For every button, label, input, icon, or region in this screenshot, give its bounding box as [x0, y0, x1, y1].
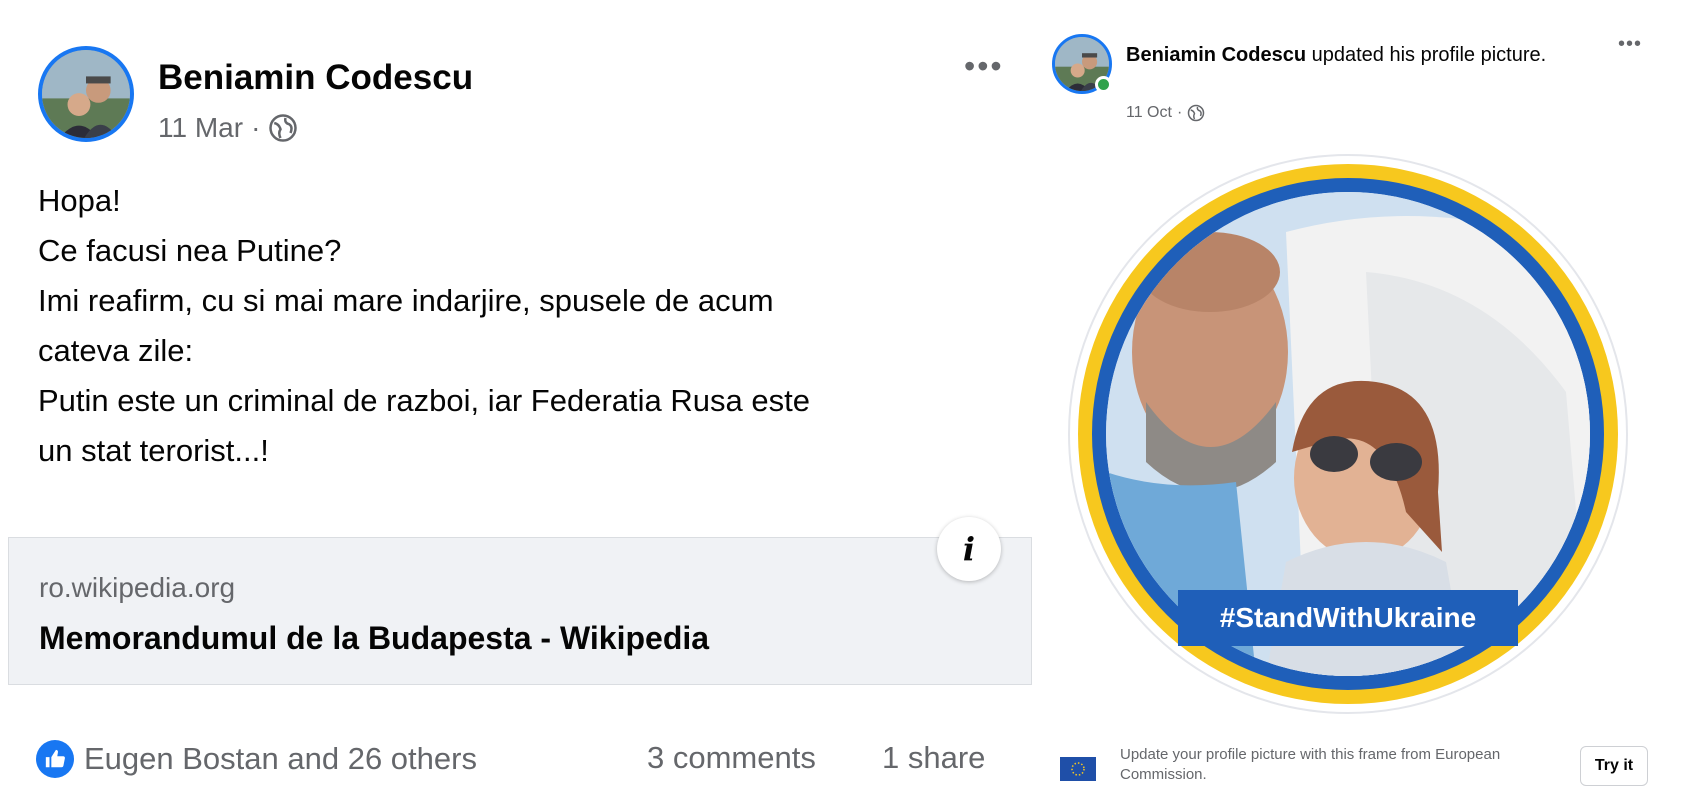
- avatar-photo: [42, 50, 130, 138]
- like-icon: [36, 740, 74, 778]
- post-text-line: Hopa!: [38, 183, 121, 218]
- post-meta-small: 11 Oct ·: [1126, 104, 1205, 122]
- author-name[interactable]: Beniamin Codescu: [158, 58, 473, 98]
- link-title: Memorandumul de la Budapesta - Wikipedia: [39, 620, 710, 656]
- frame-promo-text: Update your profile picture with this fr…: [1120, 746, 1501, 783]
- more-options-icon[interactable]: •••: [1618, 34, 1642, 54]
- eu-flag-icon: [1060, 757, 1096, 781]
- post-left: Beniamin Codescu 11 Mar · ••• Hopa! Ce f…: [0, 0, 1040, 802]
- post-body: Hopa! Ce facusi nea Putine? Imi reafirm,…: [38, 176, 998, 476]
- activity-action: updated his profile picture.: [1311, 44, 1547, 66]
- post-text-line: cateva zile:: [38, 333, 194, 368]
- link-domain: ro.wikipedia.org: [39, 572, 236, 603]
- frame-banner: #StandWithUkraine: [1178, 590, 1518, 646]
- globe-icon[interactable]: [268, 113, 298, 143]
- activity-headline: Beniamin Codescu updated his profile pic…: [1126, 40, 1586, 71]
- more-options-icon[interactable]: •••: [964, 50, 1004, 82]
- online-status-dot: [1095, 76, 1112, 93]
- post-meta: 11 Mar ·: [158, 112, 298, 144]
- try-it-button[interactable]: Try it: [1580, 746, 1648, 786]
- info-icon[interactable]: i: [937, 517, 1001, 581]
- post-text-line: Ce facusi nea Putine?: [38, 233, 342, 268]
- post-text-line: Putin este un criminal de razboi, iar Fe…: [38, 383, 810, 418]
- shares-count[interactable]: 1 share: [882, 740, 985, 776]
- reactions-summary[interactable]: Eugen Bostan and 26 others: [36, 740, 477, 778]
- comments-count[interactable]: 3 comments: [647, 740, 816, 776]
- globe-icon[interactable]: [1187, 104, 1205, 122]
- link-preview-card[interactable]: ro.wikipedia.org Memorandumul de la Buda…: [8, 537, 1032, 685]
- reactions-text: Eugen Bostan and 26 others: [84, 741, 477, 776]
- post-text-line: Imi reafirm, cu si mai mare indarjire, s…: [38, 283, 774, 318]
- author-name-small[interactable]: Beniamin Codescu: [1126, 44, 1306, 66]
- post-right: Beniamin Codescu updated his profile pic…: [1040, 0, 1688, 802]
- meta-separator: ·: [1176, 104, 1183, 121]
- post-date[interactable]: 11 Mar: [158, 112, 243, 144]
- post-date-small[interactable]: 11 Oct: [1126, 104, 1172, 122]
- meta-separator: ·: [251, 112, 261, 143]
- post-text-line: un stat terorist...!: [38, 433, 269, 468]
- author-avatar[interactable]: [38, 46, 134, 142]
